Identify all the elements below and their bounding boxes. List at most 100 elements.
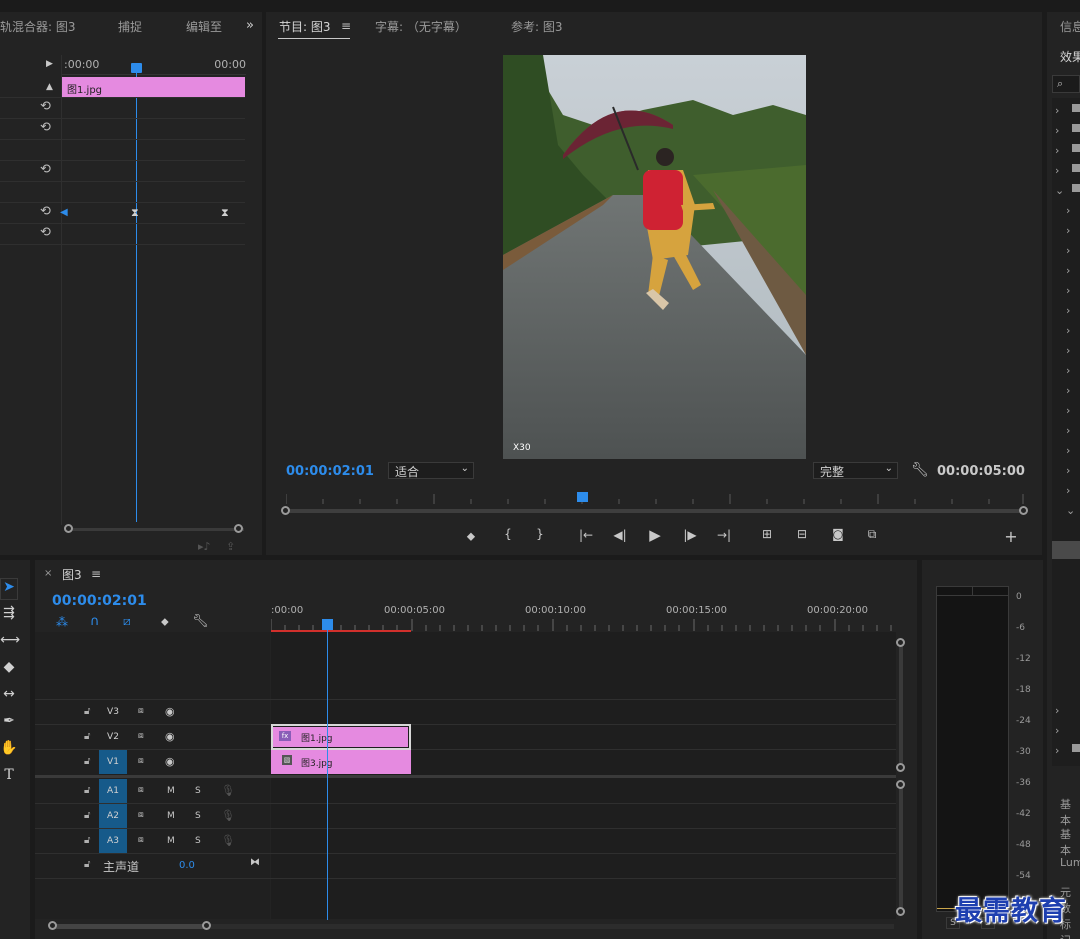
scroll-end-handle[interactable] [202, 921, 211, 930]
tab-info[interactable]: 信息 [1060, 18, 1080, 35]
eye-icon[interactable]: ◉ [165, 705, 175, 718]
timeline-clip-v2[interactable]: fx 图1.jpg [273, 727, 408, 747]
step-forward-icon[interactable]: |▶ [681, 528, 699, 542]
lift-icon[interactable]: ⊞ [758, 527, 776, 541]
play-icon[interactable]: ▶ [646, 526, 664, 544]
scroll-handle[interactable] [896, 780, 905, 789]
lock-icon[interactable]: 🔓︎ [84, 706, 90, 717]
toggle-sync-icon[interactable]: ⧈ [138, 810, 144, 820]
track-label-a3[interactable]: A3 [99, 829, 127, 853]
extract-icon[interactable]: ⊟ [793, 527, 811, 541]
eye-icon[interactable]: ◉ [165, 730, 175, 743]
effect-clip-bar[interactable]: 图1.jpg [62, 77, 245, 97]
fit-select[interactable]: 适合 ⌄ [388, 462, 474, 479]
toggle-sync-icon[interactable]: ⧈ [138, 731, 144, 741]
sequence-tab[interactable]: 图3 [62, 566, 82, 583]
export-icon[interactable]: ⇪ [226, 540, 235, 553]
reset-icon[interactable]: ⟲ [40, 225, 51, 240]
effects-search-box[interactable]: ⌕ [1052, 75, 1080, 93]
program-zoom-bar[interactable] [286, 509, 1024, 513]
linked-selection-icon[interactable]: ⧄ [123, 614, 131, 629]
close-icon[interactable]: × [44, 568, 52, 579]
reset-icon[interactable]: ⟲ [40, 162, 51, 177]
wrench-icon[interactable]: 🔧︎ [911, 462, 929, 478]
keyframe-icon[interactable]: ⧗ [131, 206, 139, 220]
hand-tool-icon[interactable]: ✋ [0, 740, 18, 762]
add-marker-icon[interactable]: ⬥ [462, 529, 480, 544]
scroll-start-handle[interactable] [48, 921, 57, 930]
scroll-handle[interactable] [896, 907, 905, 916]
vertical-scrollbar[interactable] [899, 785, 903, 911]
zoom-start-handle[interactable] [281, 506, 290, 515]
toggle-sync-icon[interactable]: ⧈ [138, 785, 144, 795]
program-current-time[interactable]: 00:00:02:01 [286, 464, 374, 479]
slip-tool-icon[interactable]: ↔ [0, 686, 18, 708]
go-to-in-icon[interactable]: |← [577, 528, 595, 542]
hamburger-icon[interactable]: ≡ [341, 19, 351, 33]
tab-audio-track-mixer[interactable]: 轨混合器: 图3 [0, 18, 76, 35]
solo-button[interactable]: S [195, 811, 201, 821]
timeline-playhead-handle[interactable] [322, 619, 333, 630]
scrub-ruler[interactable] [285, 490, 1024, 504]
panel-overflow-icon[interactable]: » [246, 18, 254, 33]
vertical-scrollbar[interactable] [899, 642, 903, 768]
step-back-icon[interactable]: ◀| [611, 528, 629, 542]
selection-tool-icon[interactable]: ➤ [0, 578, 18, 600]
go-to-edit-icon[interactable]: ⧓ [250, 857, 260, 868]
panel-lumetri[interactable]: Lum [1060, 856, 1080, 869]
track-label-v1[interactable]: V1 [99, 750, 127, 774]
pen-tool-icon[interactable]: ✒ [0, 713, 18, 735]
tab-captions[interactable]: 字幕: （无字幕） [375, 18, 467, 35]
scroll-handle[interactable] [896, 638, 905, 647]
lock-icon[interactable]: 🔓︎ [84, 810, 90, 821]
mark-in-icon[interactable]: { [499, 527, 517, 541]
hamburger-icon[interactable]: ≡ [91, 567, 101, 581]
collapse-arrow-icon[interactable]: ▲ [46, 82, 53, 92]
camera-icon[interactable]: ◙ [829, 527, 847, 541]
horizontal-scrollbar-thumb[interactable] [52, 924, 207, 929]
tab-capture[interactable]: 捕捉 [118, 18, 142, 35]
magnet-icon[interactable]: ∩ [90, 614, 100, 629]
reset-icon[interactable]: ⟲ [40, 120, 51, 135]
solo-button[interactable]: S [195, 836, 201, 846]
expand-arrow-icon[interactable]: ▶ [46, 59, 53, 69]
toggle-sync-icon[interactable]: ⧈ [138, 756, 144, 766]
keyframe-icon[interactable]: ⧗ [221, 206, 229, 220]
add-marker-icon[interactable]: ⬥ [161, 615, 169, 629]
tab-program[interactable]: 节目: 图3 [279, 18, 331, 35]
track-select-tool-icon[interactable]: ⇶ [0, 605, 18, 627]
razor-tool-icon[interactable]: ◆ [0, 659, 18, 681]
microphone-icon[interactable]: 🎙︎ [221, 809, 235, 822]
mark-out-icon[interactable]: } [531, 527, 549, 541]
toggle-sync-icon[interactable]: ⧈ [138, 835, 144, 845]
zoom-end-handle[interactable] [1019, 506, 1028, 515]
scroll-end-handle[interactable] [234, 524, 243, 533]
snap-icon[interactable]: ⁂ [56, 615, 68, 629]
panel-basic-sound[interactable]: 基本 [1060, 826, 1080, 858]
panel-basic-correction[interactable]: 基本 [1060, 796, 1080, 828]
track-label-a2[interactable]: A2 [99, 804, 127, 828]
mute-button[interactable]: M [167, 786, 175, 796]
track-label-a1[interactable]: A1 [99, 779, 127, 803]
go-to-out-icon[interactable]: →| [715, 528, 733, 542]
timeline-clip-v1[interactable]: ▧ 图3.jpg [271, 750, 411, 774]
scroll-handle[interactable] [896, 763, 905, 772]
microphone-icon[interactable]: 🎙︎ [221, 834, 235, 847]
lock-icon[interactable]: 🔓︎ [84, 756, 90, 767]
solo-button[interactable]: S [195, 786, 201, 796]
add-button-icon[interactable]: + [1002, 527, 1020, 546]
lock-icon[interactable]: 🔓︎ [84, 859, 90, 870]
track-label-v3[interactable]: V3 [99, 700, 127, 724]
audio-only-icon[interactable]: ▸♪ [198, 540, 211, 553]
type-tool-icon[interactable]: T [0, 767, 18, 789]
microphone-icon[interactable]: 🎙︎ [221, 784, 235, 797]
quality-select[interactable]: 完整 ⌄ [813, 462, 898, 479]
master-volume-value[interactable]: 0.0 [179, 860, 195, 871]
eye-icon[interactable]: ◉ [165, 755, 175, 768]
keyframe-icon[interactable]: ◀ [60, 207, 68, 218]
track-label-v2[interactable]: V2 [99, 725, 127, 749]
effect-scrollbar[interactable] [64, 528, 244, 531]
reset-icon[interactable]: ⟲ [40, 204, 51, 219]
lock-icon[interactable]: 🔓︎ [84, 731, 90, 742]
mute-button[interactable]: M [167, 811, 175, 821]
